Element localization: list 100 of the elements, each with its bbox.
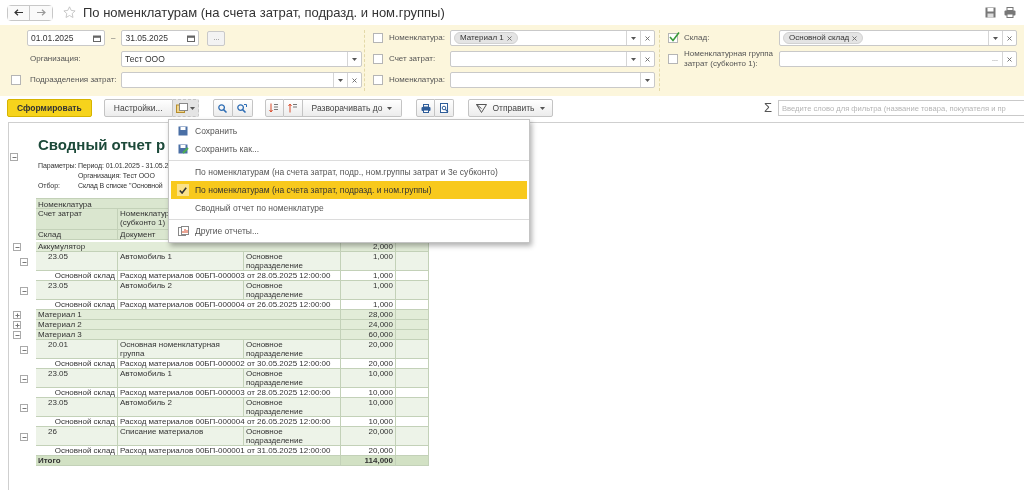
filter-tag[interactable]: Материал 1 [454, 32, 518, 44]
reports-icon [177, 226, 189, 236]
minus-icon [21, 434, 27, 440]
close-icon [645, 56, 650, 62]
collapse-toggle[interactable] [20, 287, 28, 295]
search-icon [218, 103, 228, 113]
expand-to-button[interactable]: Разворачивать до [302, 99, 403, 117]
menu-item[interactable]: По номенклатурам (на счета затрат, подразд. и ном.группы) [171, 181, 527, 199]
collapse-toggle[interactable] [20, 346, 28, 354]
checkbox[interactable] [668, 33, 678, 43]
collapse-toggle[interactable] [20, 375, 28, 383]
settings-button[interactable]: Настройки... [103, 99, 173, 117]
back-arrow-icon [14, 9, 23, 16]
select-field[interactable]: Материал 1 [450, 30, 655, 46]
field-label: Счет затрат: [389, 54, 437, 64]
minus-icon [14, 332, 20, 338]
minus-icon [21, 376, 27, 382]
find-next-button[interactable] [232, 99, 253, 117]
minus-icon [21, 259, 27, 265]
expand-toggle[interactable] [13, 321, 21, 329]
expand-all-button[interactable] [264, 99, 284, 117]
check-icon [179, 186, 187, 194]
print-button[interactable] [416, 99, 436, 117]
caret-icon [631, 57, 636, 61]
sort-down-icon [269, 103, 280, 113]
field-value: 31.05.2025 [125, 31, 168, 45]
preview-icon [439, 103, 449, 113]
field-value: 01.01.2025 [31, 31, 74, 45]
field-label: Номенклатурная группа затрат (субконто 1): [684, 49, 775, 69]
checkbox[interactable] [373, 54, 383, 64]
caret-icon [338, 78, 343, 82]
total-label: Итого [36, 456, 341, 466]
collapse-toggle[interactable] [13, 331, 21, 339]
expand-toggle[interactable] [13, 311, 21, 319]
preview-button[interactable] [435, 99, 455, 117]
collapse-toggle[interactable] [20, 404, 28, 412]
checkbox[interactable] [11, 75, 21, 85]
checkbox[interactable] [373, 33, 383, 43]
star-icon[interactable] [63, 6, 76, 19]
minus-icon [21, 347, 27, 353]
collapse-toggle[interactable] [20, 258, 28, 266]
select-field[interactable] [450, 72, 655, 88]
collapse-toggle[interactable] [10, 153, 18, 161]
collapse-toggle[interactable] [13, 243, 21, 251]
variants-button[interactable] [172, 99, 199, 117]
close-icon [1007, 56, 1012, 62]
checkbox[interactable] [668, 54, 678, 64]
select-field[interactable]: Тест ООО [121, 51, 362, 67]
select-field[interactable]: Основной склад [779, 30, 1017, 46]
print-icon[interactable] [1004, 7, 1016, 18]
close-icon [645, 35, 650, 41]
save-icon [178, 126, 188, 136]
forward-arrow-icon [36, 9, 46, 16]
print-icon [420, 103, 431, 113]
filter-tag[interactable]: Основной склад [783, 32, 864, 44]
date-field[interactable]: 31.05.2025 [121, 30, 200, 46]
caret-icon [387, 106, 393, 110]
field-label: Подразделения затрат: [30, 75, 118, 85]
field-label: Организация: [30, 54, 82, 64]
plus-icon [14, 312, 20, 318]
save-edit-icon [177, 144, 189, 154]
save-icon[interactable] [985, 7, 996, 18]
close-icon [852, 35, 858, 41]
field-label: Номенклатура: [389, 33, 446, 43]
select-field[interactable] [450, 51, 655, 67]
date-field[interactable]: 01.01.2025 [27, 30, 105, 46]
report-title: Сводный отчет р [37, 136, 167, 154]
send-icon [476, 103, 488, 113]
report-variants-icon [175, 103, 188, 113]
field-label: Номенклатура: [389, 75, 446, 85]
calendar-icon[interactable] [187, 34, 196, 42]
caret-icon [631, 36, 636, 40]
menu-item[interactable]: По номенклатурам (на счета затрат, подр., ном.группы затрат и 3е субконто) [171, 163, 527, 181]
sum-button[interactable]: Σ [763, 98, 772, 118]
caret-icon [993, 36, 998, 40]
field-value: Тест ООО [125, 52, 165, 66]
checkbox[interactable] [373, 75, 383, 85]
collapse-toggle[interactable] [20, 433, 28, 441]
search-button[interactable] [212, 99, 233, 117]
sort-up-icon [287, 103, 298, 113]
generate-button[interactable]: Сформировать [7, 99, 92, 117]
window-title: По номенклатурам (на счета затрат, подразд. и ном.группы) [83, 3, 445, 22]
minus-icon [14, 244, 20, 250]
close-icon [1007, 35, 1012, 41]
close-icon [506, 35, 512, 41]
caret-icon [352, 57, 357, 61]
column-header: Счет затрат [36, 209, 118, 230]
select-field[interactable] [121, 72, 362, 88]
check-icon [669, 32, 680, 42]
minus-icon [21, 405, 27, 411]
calendar-icon[interactable] [93, 34, 101, 42]
plus-icon [14, 322, 20, 328]
send-button[interactable]: Отправить [468, 99, 553, 117]
back-button[interactable] [8, 5, 30, 20]
caret-icon [189, 106, 195, 110]
table-cell [396, 456, 429, 466]
range-dash: – [111, 32, 116, 44]
menu-item[interactable]: Сохранить [171, 122, 527, 140]
collapse-all-button[interactable] [283, 99, 303, 117]
menu-item[interactable]: Сохранить как... [171, 140, 527, 158]
